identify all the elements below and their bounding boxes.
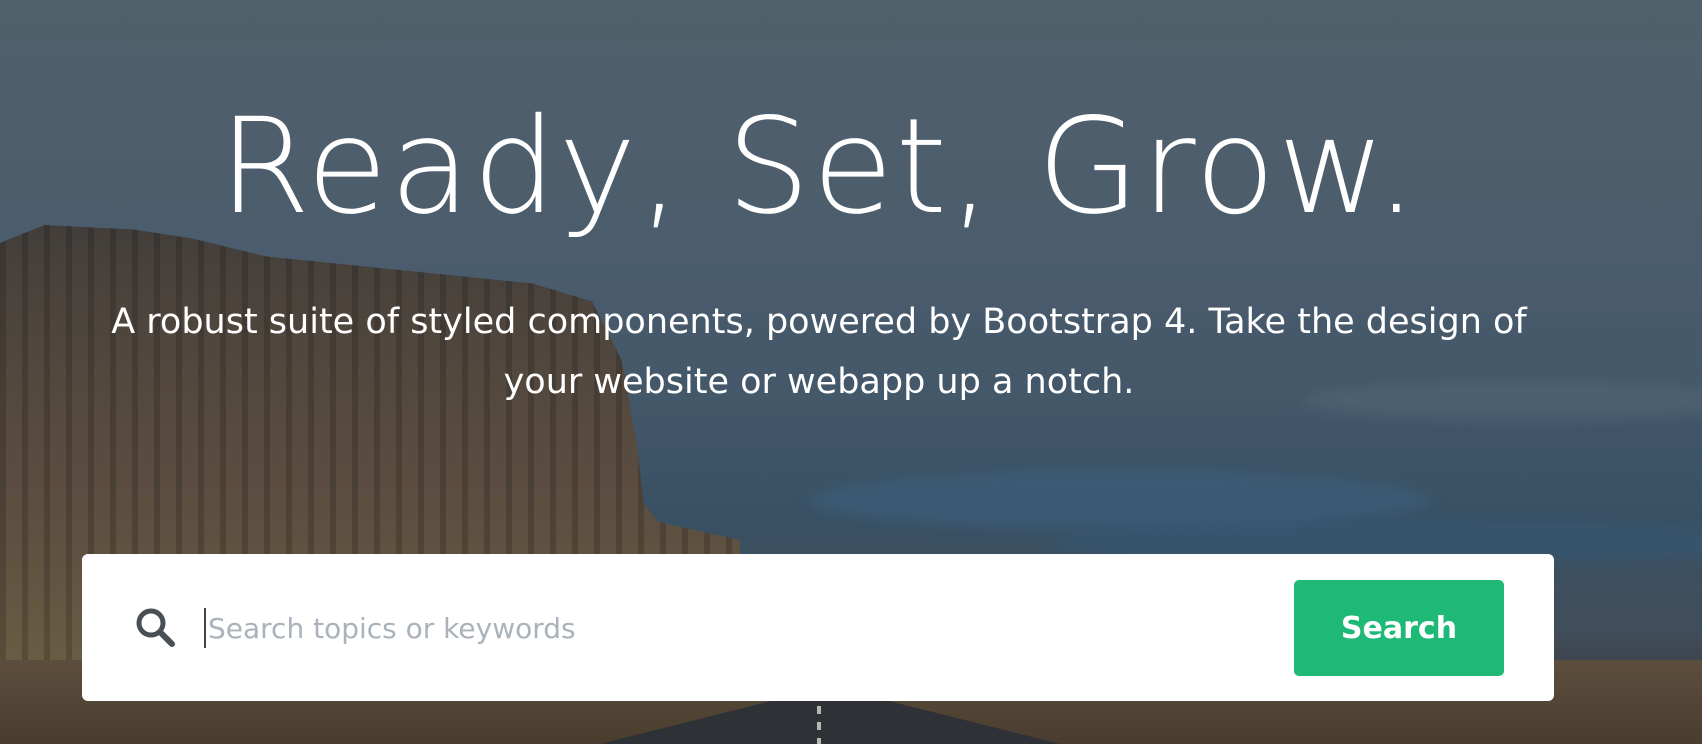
hero-headline: Ready, Set, Grow.	[218, 90, 1420, 244]
hero-section: Ready, Set, Grow. A robust suite of styl…	[0, 0, 1702, 744]
search-input[interactable]	[204, 608, 1264, 648]
hero-subtitle: A robust suite of styled components, pow…	[111, 302, 1527, 402]
search-button[interactable]: Search	[1294, 580, 1504, 676]
search-bar: Search	[82, 554, 1554, 701]
search-icon	[134, 606, 178, 650]
